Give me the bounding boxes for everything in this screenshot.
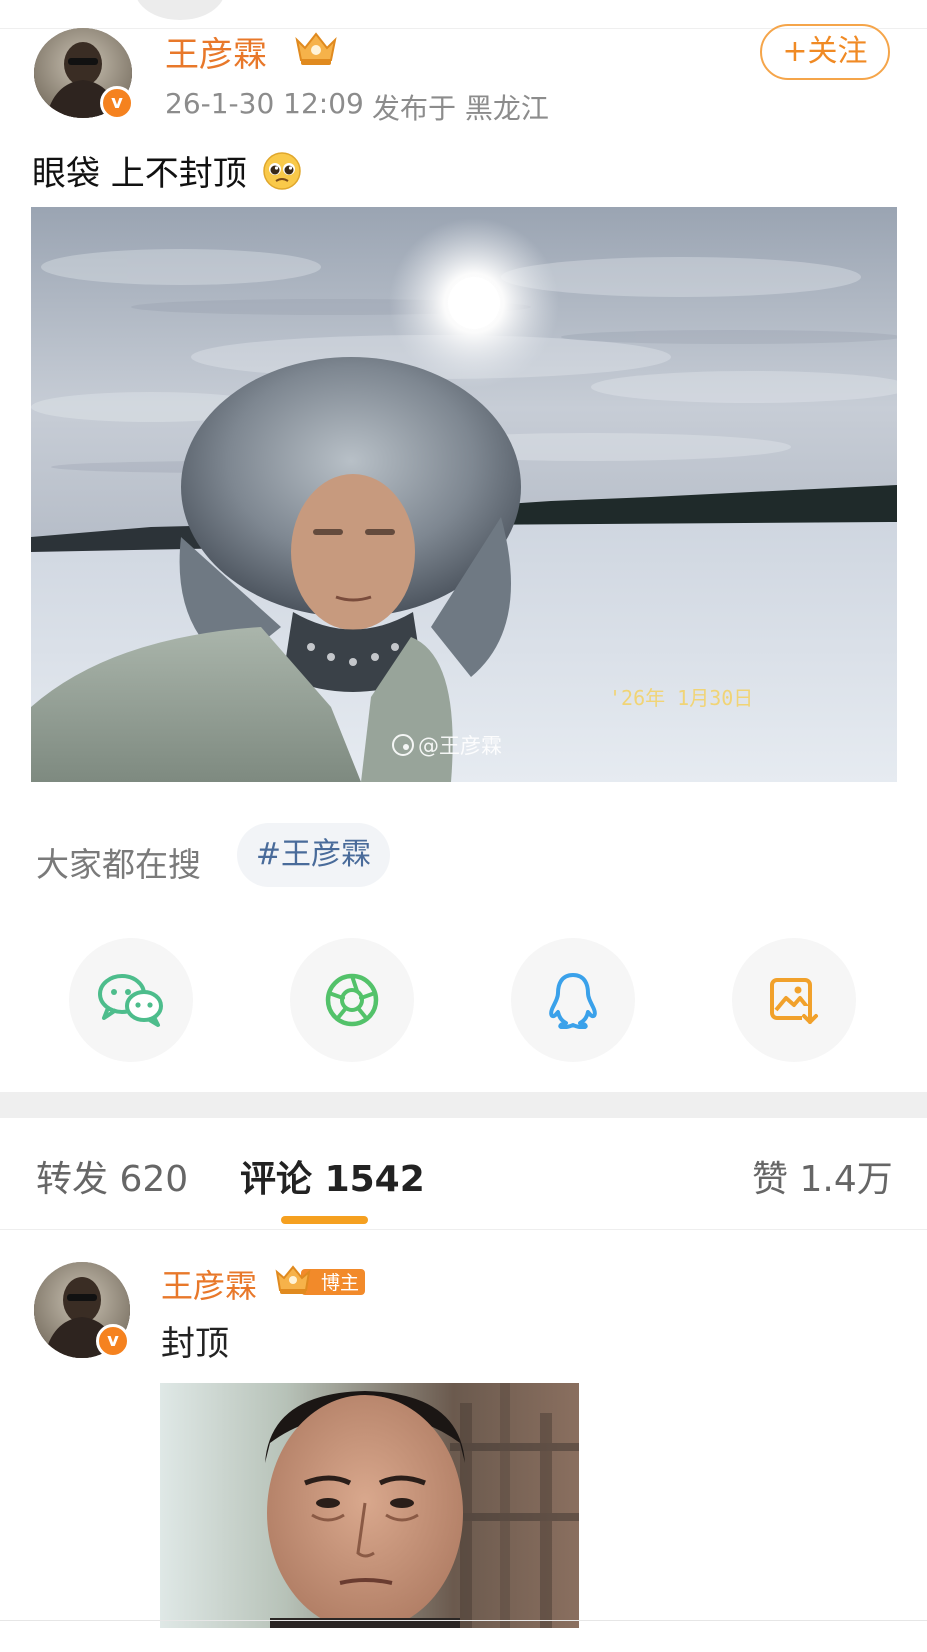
tabs-divider [0,1229,927,1230]
moments-icon [325,973,379,1027]
qq-icon [549,973,597,1029]
comment-author-avatar[interactable]: v [34,1262,130,1358]
comment-author-name[interactable]: 王彦霖 [161,1261,257,1307]
verified-badge-icon: v [100,86,134,120]
post-location: 发布于 黑龙江 [372,92,549,125]
wechat-icon [98,974,163,1027]
share-moments-button[interactable] [290,938,414,1062]
post-timestamp: 26-1-30 12:09 [165,87,364,120]
bottom-divider [0,1620,927,1621]
verified-badge-icon: v [96,1324,130,1358]
svg-text:博主: 博主 [321,1272,359,1294]
tab-repost[interactable]: 转发 620 [36,1150,188,1202]
author-name[interactable]: 王彦霖 [165,27,267,76]
trending-search-label: 大家都在搜 [36,845,201,884]
comment-text: 封顶 [161,1324,229,1364]
post-text: 眼袋 上不封顶 [32,146,302,200]
photo-date-stamp: '26年 1月30日 [609,686,753,710]
pleading-face-emoji [262,151,302,200]
save-image-button[interactable] [732,938,856,1062]
share-wechat-button[interactable] [69,938,193,1062]
save-image-icon [770,978,818,1024]
section-divider [0,1092,927,1118]
post-photo[interactable]: '26年 1月30日 @王彦霖 [31,207,897,782]
hashtag-chip[interactable]: #王彦霖 [237,823,390,887]
comment-photo[interactable] [160,1383,579,1628]
follow-button[interactable]: +关注 [760,24,890,80]
share-qq-button[interactable] [511,938,635,1062]
tab-like[interactable]: 赞 1.4万 [752,1150,893,1202]
crown-badge-icon [293,30,339,72]
active-tab-indicator [281,1216,368,1224]
tab-comment[interactable]: 评论 1542 [240,1150,425,1202]
blogger-badge: 博主 [275,1264,367,1296]
author-avatar[interactable]: v [34,28,134,120]
svg-text:@王彦霖: @王彦霖 [418,734,502,758]
